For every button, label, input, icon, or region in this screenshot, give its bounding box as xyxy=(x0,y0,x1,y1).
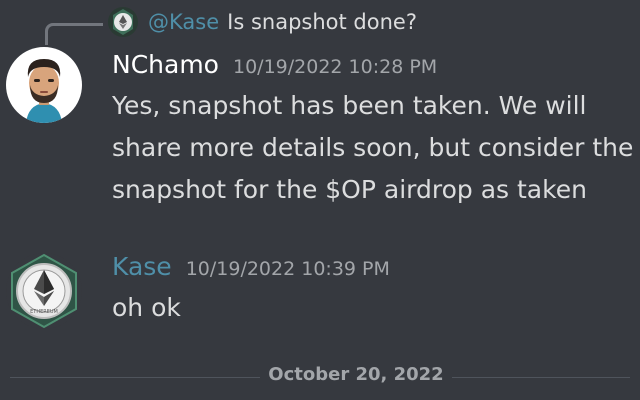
reply-reference[interactable]: @Kase Is snapshot done? xyxy=(108,6,417,38)
message-header: Kase 10/19/2022 10:39 PM xyxy=(112,252,390,281)
message-header: NChamo 10/19/2022 10:28 PM xyxy=(112,50,437,79)
divider-line xyxy=(10,377,260,378)
reply-connector xyxy=(45,23,103,45)
message-line: share more details soon, but consider th… xyxy=(112,133,634,162)
reply-text[interactable]: Is snapshot done? xyxy=(227,10,417,34)
ethereum-icon[interactable] xyxy=(108,7,138,37)
author-name[interactable]: NChamo xyxy=(112,50,219,79)
bearded-man-avatar[interactable] xyxy=(6,47,82,123)
divider-line xyxy=(452,377,630,378)
chat-area: @Kase Is snapshot done? NChamo 10/19/202… xyxy=(0,0,640,400)
message-timestamp: 10/19/2022 10:28 PM xyxy=(232,56,438,78)
message-timestamp: 10/19/2022 10:39 PM xyxy=(185,258,390,280)
message-line: snapshot for the $OP airdrop as taken xyxy=(112,175,587,204)
message-line: Yes, snapshot has been taken. We will xyxy=(112,91,587,120)
ethereum-icon[interactable]: ETHEREUM xyxy=(6,253,82,329)
date-divider: October 20, 2022 xyxy=(268,364,444,385)
message-content: Yes, snapshot has been taken. We will sh… xyxy=(112,85,633,211)
reply-mention[interactable]: @Kase xyxy=(148,10,219,34)
author-name[interactable]: Kase xyxy=(112,252,172,281)
message-line: oh ok xyxy=(112,293,181,322)
avatar-badge-text: ETHEREUM xyxy=(30,309,58,315)
message-content: oh ok xyxy=(112,287,181,329)
